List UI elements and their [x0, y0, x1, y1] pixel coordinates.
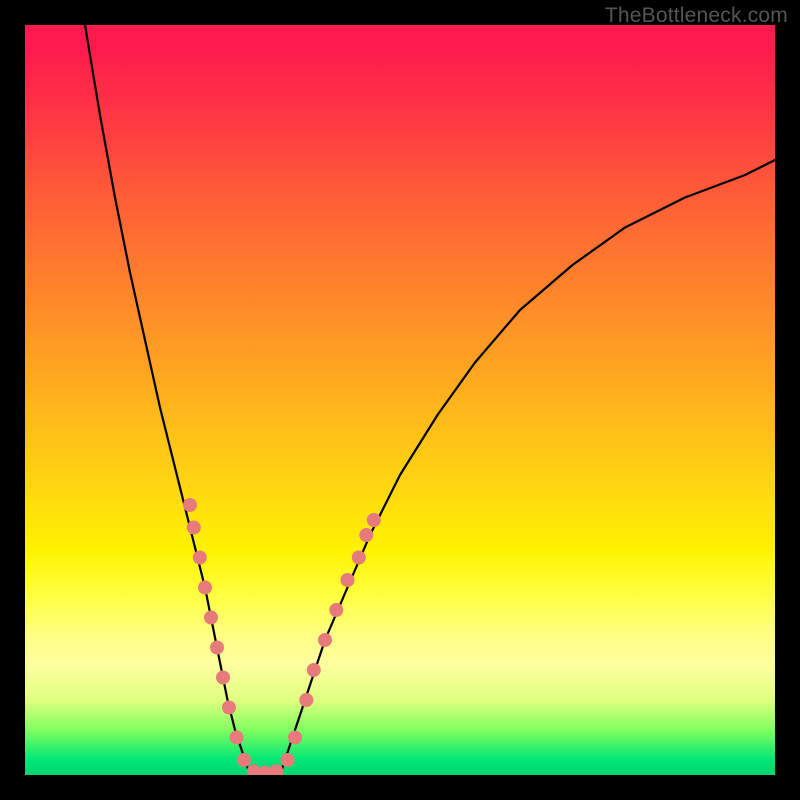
marker-dot	[318, 633, 332, 647]
marker-dot	[359, 528, 373, 542]
marker-dot	[288, 731, 302, 745]
marker-dot	[230, 731, 244, 745]
marker-dot	[299, 693, 313, 707]
marker-dot	[193, 551, 207, 565]
marker-dot	[307, 663, 321, 677]
marker-dot	[183, 498, 197, 512]
marker-dot	[269, 764, 283, 775]
marker-dots-group	[183, 498, 381, 775]
marker-dot	[187, 521, 201, 535]
marker-dot	[216, 671, 230, 685]
marker-dot	[352, 551, 366, 565]
marker-dot	[198, 581, 212, 595]
plot-area	[25, 25, 775, 775]
chart-svg	[25, 25, 775, 775]
marker-dot	[222, 701, 236, 715]
bottleneck-curve	[85, 25, 775, 775]
marker-dot	[204, 611, 218, 625]
marker-dot	[367, 513, 381, 527]
marker-dot	[281, 753, 295, 767]
marker-dot	[329, 603, 343, 617]
marker-dot	[210, 641, 224, 655]
marker-dot	[237, 753, 251, 767]
watermark-text: TheBottleneck.com	[605, 4, 788, 28]
marker-dot	[341, 573, 355, 587]
outer-frame: TheBottleneck.com	[0, 0, 800, 800]
